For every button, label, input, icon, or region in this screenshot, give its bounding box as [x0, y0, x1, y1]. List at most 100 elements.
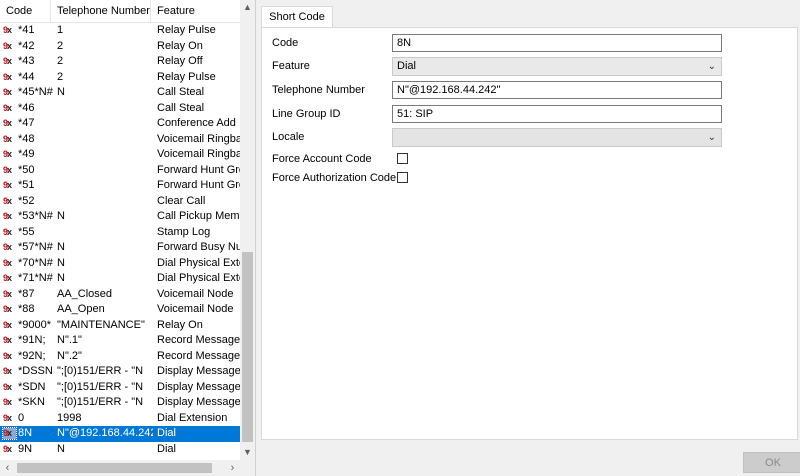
chevron-down-icon: ⌄ [707, 132, 716, 143]
short-code-icon: 9x [3, 118, 12, 128]
table-row[interactable]: 9x 0 1998 Dial Extension [0, 411, 240, 427]
scrollbar-corner [240, 460, 255, 476]
table-row[interactable]: 9x *88 AA_Open Voicemail Node [0, 302, 240, 318]
feature-select[interactable]: Dial ⌄ [392, 57, 722, 76]
short-code-icon: 9x [3, 226, 12, 237]
chevron-down-icon: ⌄ [707, 61, 716, 72]
table-row[interactable]: 9x *92N; N".2" Record Message [0, 349, 240, 365]
table-row[interactable]: 9x *43 2 Relay Off [0, 54, 240, 70]
horizontal-scroll-thumb[interactable] [17, 463, 212, 473]
column-header-telephone-number[interactable]: Telephone Number [51, 0, 151, 22]
short-code-icon: 9x [3, 273, 12, 283]
telephone-number-cell: 1 [57, 24, 64, 36]
short-code-icon: 9x [2, 427, 17, 440]
table-row[interactable]: 9x *DSSN ";[0)151/ERR - "N Display Message [0, 364, 240, 380]
feature-cell: Dial [157, 442, 176, 455]
short-code-list: Code Telephone Number Feature 9x *41 1 Rela… [0, 0, 256, 476]
locale-select[interactable]: ⌄ [392, 128, 722, 147]
feature-cell: Dial Physical Extension [157, 272, 240, 284]
short-code-icon: 9x [3, 87, 12, 97]
scroll-left-arrow-icon[interactable]: ‹ [0, 460, 15, 476]
code-cell: *46 [18, 101, 35, 114]
table-row[interactable]: 9x *41 1 Relay Pulse [0, 23, 240, 39]
table-row[interactable]: 9x *45*N# N Call Steal [0, 85, 240, 101]
short-code-icon: 9x [3, 242, 12, 252]
feature-cell: Forward Hunt Group [157, 163, 240, 176]
code-cell: *45*N# [18, 86, 53, 98]
feature-cell: Dial Physical Extension [157, 256, 240, 269]
short-code-icon: 9x [3, 319, 12, 330]
ok-button[interactable]: OK [743, 452, 800, 473]
short-code-icon: 9x [3, 257, 12, 268]
table-row[interactable]: 9x *47 Conference Add [0, 116, 240, 132]
feature-cell: Voicemail Node [157, 303, 234, 315]
code-cell: *44 [18, 70, 35, 83]
telephone-number-cell: ";[0)151/ERR - "N [57, 396, 144, 408]
short-code-icon: 9x [3, 149, 12, 159]
force-authorization-code-checkbox[interactable] [397, 172, 408, 183]
line-group-id-field[interactable]: 51: SIP [392, 105, 722, 123]
column-header-code[interactable]: Code [0, 0, 51, 22]
feature-cell: Voicemail Node [157, 287, 234, 300]
code-cell: *41 [18, 24, 35, 36]
telephone-number-cell: 1998 [57, 411, 82, 424]
force-account-code-checkbox[interactable] [397, 153, 408, 164]
short-code-icon: 9x [3, 412, 12, 423]
table-row[interactable]: 9x 8N N"@192.168.44.242" Dial [0, 426, 240, 442]
code-cell: *71*N# [18, 272, 53, 284]
tab-short-code[interactable]: Short Code [261, 6, 333, 28]
table-row[interactable]: 9x *SKN ";[0)151/ERR - "N Display Message [0, 395, 240, 411]
code-cell: *DSSN [18, 365, 53, 377]
table-row[interactable]: 9x *48 Voicemail Ringback [0, 132, 240, 148]
feature-cell: Display Message [157, 365, 240, 377]
code-field[interactable]: 8N [392, 34, 722, 52]
table-row[interactable]: 9x *87 AA_Closed Voicemail Node [0, 287, 240, 303]
table-row[interactable]: 9x *71*N# N Dial Physical Extension [0, 271, 240, 287]
code-cell: *SKN [18, 396, 45, 408]
code-cell: *70*N# [18, 256, 53, 269]
table-row[interactable]: 9x *SDN ";[0)151/ERR - "N Display Message [0, 380, 240, 396]
telephone-number-field[interactable]: N"@192.168.44.242" [392, 81, 722, 99]
code-cell: *9000* [18, 318, 52, 331]
table-row[interactable]: 9x *91N; N".1" Record Message [0, 333, 240, 349]
feature-cell: Record Message [157, 349, 240, 362]
table-row[interactable]: 9x *52 Clear Call [0, 194, 240, 210]
telephone-number-cell: N [57, 256, 65, 269]
table-row[interactable]: 9x *55 Stamp Log [0, 225, 240, 241]
horizontal-scrollbar[interactable]: ‹ › [0, 460, 240, 476]
column-header-feature[interactable]: Feature [151, 0, 240, 22]
table-row[interactable]: 9x *9000* "MAINTENANCE" Relay On [0, 318, 240, 334]
table-row[interactable]: 9x *46 Call Steal [0, 101, 240, 117]
telephone-number-cell: N"@192.168.44.242" [57, 427, 153, 439]
code-cell: *88 [18, 303, 35, 315]
table-row[interactable]: 9x *51 Forward Hunt Group [0, 178, 240, 194]
feature-cell: Relay On [157, 318, 203, 331]
table-row[interactable]: 9x *44 2 Relay Pulse [0, 70, 240, 86]
code-cell: *52 [18, 194, 35, 207]
short-code-icon: 9x [3, 164, 12, 175]
table-row[interactable]: 9x *53*N# N Call Pickup Members [0, 209, 240, 225]
scroll-up-arrow-icon[interactable]: ▲ [240, 0, 255, 15]
code-cell: *91N; [18, 334, 46, 346]
table-row[interactable]: 9x *70*N# N Dial Physical Extension [0, 256, 240, 272]
feature-cell: Voicemail Ringback [157, 148, 240, 160]
feature-cell: Stamp Log [157, 225, 211, 238]
scroll-down-arrow-icon[interactable]: ▼ [240, 445, 255, 460]
table-row[interactable]: 9x *42 2 Relay On [0, 39, 240, 55]
telephone-number-cell: 2 [57, 55, 64, 67]
table-row[interactable]: 9x *57*N# N Forward Busy Number [0, 240, 240, 256]
telephone-number-cell: N".1" [57, 334, 82, 346]
telephone-number-cell: N [57, 86, 65, 98]
code-cell: *48 [18, 132, 35, 145]
code-cell: *53*N# [18, 210, 53, 222]
table-row[interactable]: 9x 9N N Dial [0, 442, 240, 458]
vertical-scrollbar[interactable]: ▲ ▼ [240, 0, 255, 460]
table-row[interactable]: 9x *50 Forward Hunt Group [0, 163, 240, 179]
telephone-number-cell: N [57, 442, 65, 455]
table-row[interactable]: 9x *49 Voicemail Ringback [0, 147, 240, 163]
vertical-scroll-thumb[interactable] [242, 252, 253, 442]
feature-cell: Relay On [157, 39, 203, 52]
feature-cell: Relay Off [157, 55, 203, 67]
scroll-right-arrow-icon[interactable]: › [225, 460, 240, 476]
feature-cell: Dial Extension [157, 411, 228, 424]
